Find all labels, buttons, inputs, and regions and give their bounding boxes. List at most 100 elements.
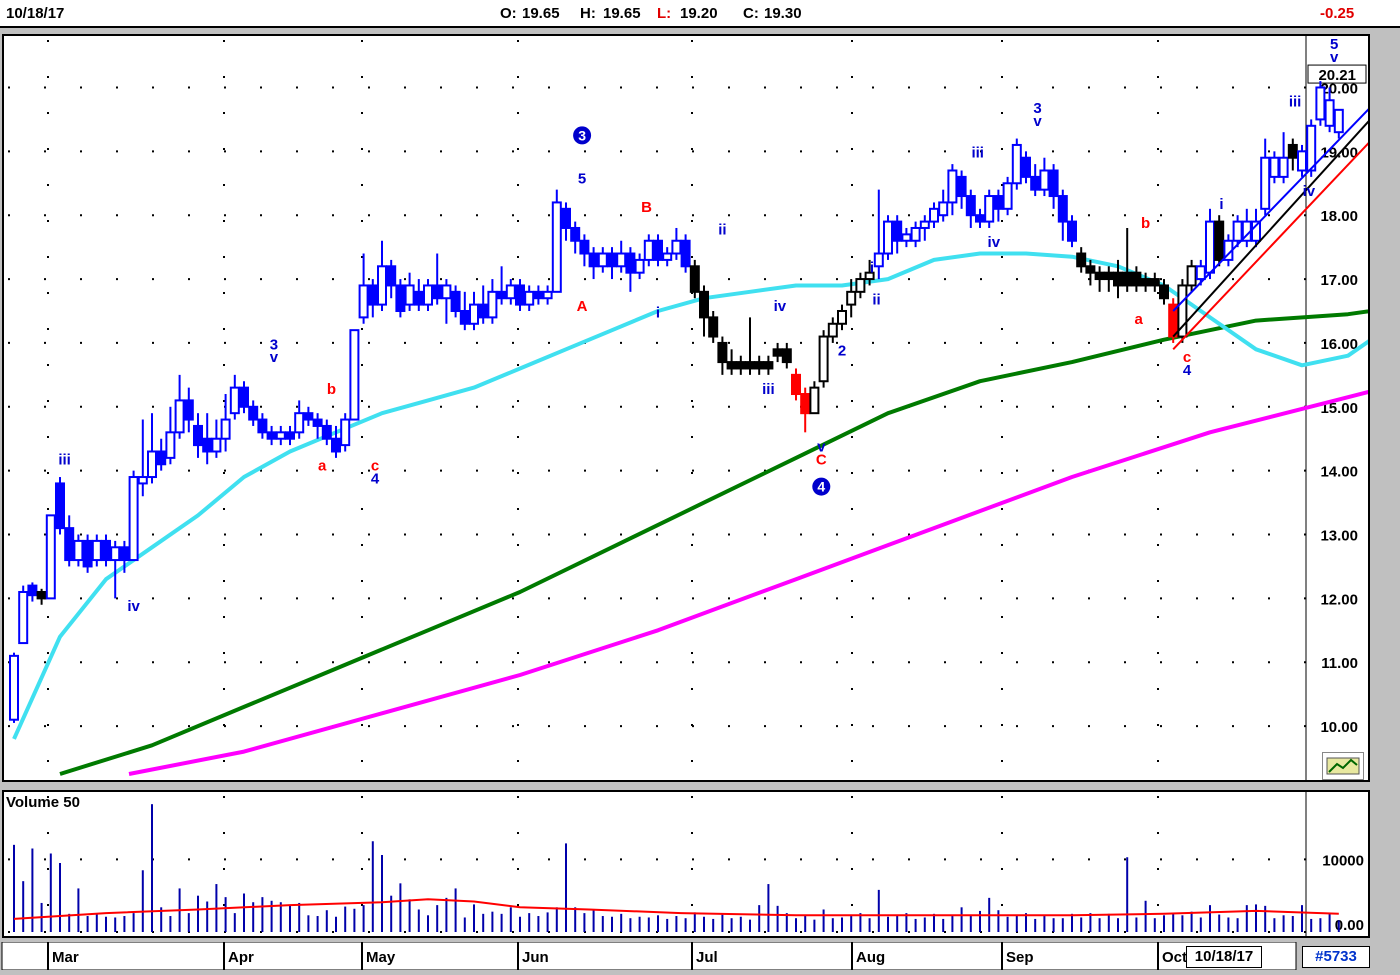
candle [763, 355, 774, 375]
candle [818, 330, 829, 388]
volume-panel[interactable]: 10000 0.00 [2, 790, 1370, 938]
month-label: Jul [696, 949, 718, 966]
candle [975, 208, 985, 228]
date-badge: 10/18/17 [1186, 946, 1262, 968]
volume-title: Volume 50 [6, 794, 80, 811]
candle-body [18, 590, 29, 645]
candle [275, 425, 286, 446]
candle [947, 164, 958, 216]
candle-body [1287, 143, 1298, 159]
id-badge[interactable]: #5733 [1302, 946, 1370, 968]
wave-label: ii [718, 221, 726, 238]
candle [450, 285, 461, 318]
candle-body [358, 284, 369, 319]
candle-body [1278, 156, 1289, 178]
candle-body [873, 252, 884, 268]
candle-body [938, 201, 949, 217]
candle-body [1195, 265, 1206, 281]
candle-body [45, 514, 56, 600]
candle [156, 438, 167, 471]
candle [367, 279, 378, 318]
candle-body [910, 226, 921, 242]
candle-body [91, 539, 102, 562]
month-label: Oct [1162, 949, 1187, 966]
candle [349, 329, 360, 421]
candle [303, 406, 314, 426]
candle [404, 272, 415, 311]
candle [487, 279, 498, 324]
wave-label: ii [872, 292, 880, 309]
candle-body [634, 258, 645, 274]
candle-body [689, 265, 700, 293]
price-chart-panel[interactable]: 20.0019.0018.0017.0016.0015.0014.0013.00… [2, 34, 1370, 782]
volume-moving-average-line [13, 898, 1339, 920]
candle-body [478, 303, 489, 319]
price-tick-label: 10.00 [1320, 719, 1358, 736]
candle [515, 279, 525, 311]
candle [542, 285, 553, 305]
candle-body [533, 290, 544, 300]
candle-body [735, 361, 746, 370]
price-chart[interactable]: 20.0019.0018.0017.0016.0015.0014.0013.00… [4, 36, 1368, 780]
candle [340, 413, 351, 452]
candle [73, 534, 84, 567]
candle [1278, 132, 1289, 184]
candle-body [984, 195, 995, 223]
candle [837, 304, 847, 331]
candle [321, 419, 332, 446]
candle-body [837, 309, 847, 325]
candle-body [450, 290, 461, 312]
candle-body [1057, 195, 1068, 223]
candle-body [892, 220, 903, 242]
candle [524, 285, 535, 311]
candle [18, 585, 29, 645]
candle-body [505, 284, 516, 300]
candle [579, 234, 590, 267]
wave-label: B [641, 199, 652, 216]
candle [358, 253, 369, 324]
last-price-label: 20.21 [1318, 67, 1356, 84]
wave-label: 2 [838, 343, 846, 360]
candle-body [763, 361, 774, 370]
volume-tick-label: 10000 [1322, 852, 1364, 869]
candle [395, 279, 406, 318]
candle-body [147, 450, 157, 479]
candle-body [1297, 150, 1307, 172]
wave-label: iii [762, 381, 775, 398]
change-value: -0.25 [1320, 5, 1355, 22]
candle [781, 342, 792, 369]
candle [791, 368, 801, 401]
wave-label: iii [1289, 94, 1302, 111]
candle-body [1002, 182, 1013, 210]
candle-body [220, 418, 231, 440]
candle [413, 279, 424, 311]
candle-body [947, 169, 958, 204]
candle [1214, 215, 1225, 267]
candle [901, 227, 912, 248]
quote-header: 10/18/17 O: 19.65 H: 19.65 L: 19.20 C: 1… [0, 0, 1400, 28]
open-label: O: [500, 5, 517, 22]
candle-body [303, 412, 314, 421]
candle-body [469, 303, 479, 325]
candle [745, 317, 755, 375]
candle [1122, 227, 1133, 292]
candle [1241, 208, 1252, 248]
candle-body [643, 239, 654, 261]
candle [202, 413, 213, 465]
candle [1260, 138, 1271, 216]
chart-tool-icon[interactable] [1322, 752, 1364, 780]
candle-body [1214, 220, 1225, 261]
volume-chart[interactable]: 100000.00 [4, 792, 1368, 936]
candle [662, 247, 673, 267]
candle-body [524, 290, 535, 306]
candle-body [312, 418, 323, 427]
candle-body [211, 437, 222, 453]
candle [1205, 208, 1215, 280]
wave-label: b [1141, 215, 1150, 232]
candle [193, 413, 203, 458]
time-axis-background [1, 941, 1297, 971]
candle [570, 221, 581, 254]
candle [754, 355, 765, 375]
candle-body [827, 322, 838, 338]
wave-label: iii [971, 145, 984, 162]
